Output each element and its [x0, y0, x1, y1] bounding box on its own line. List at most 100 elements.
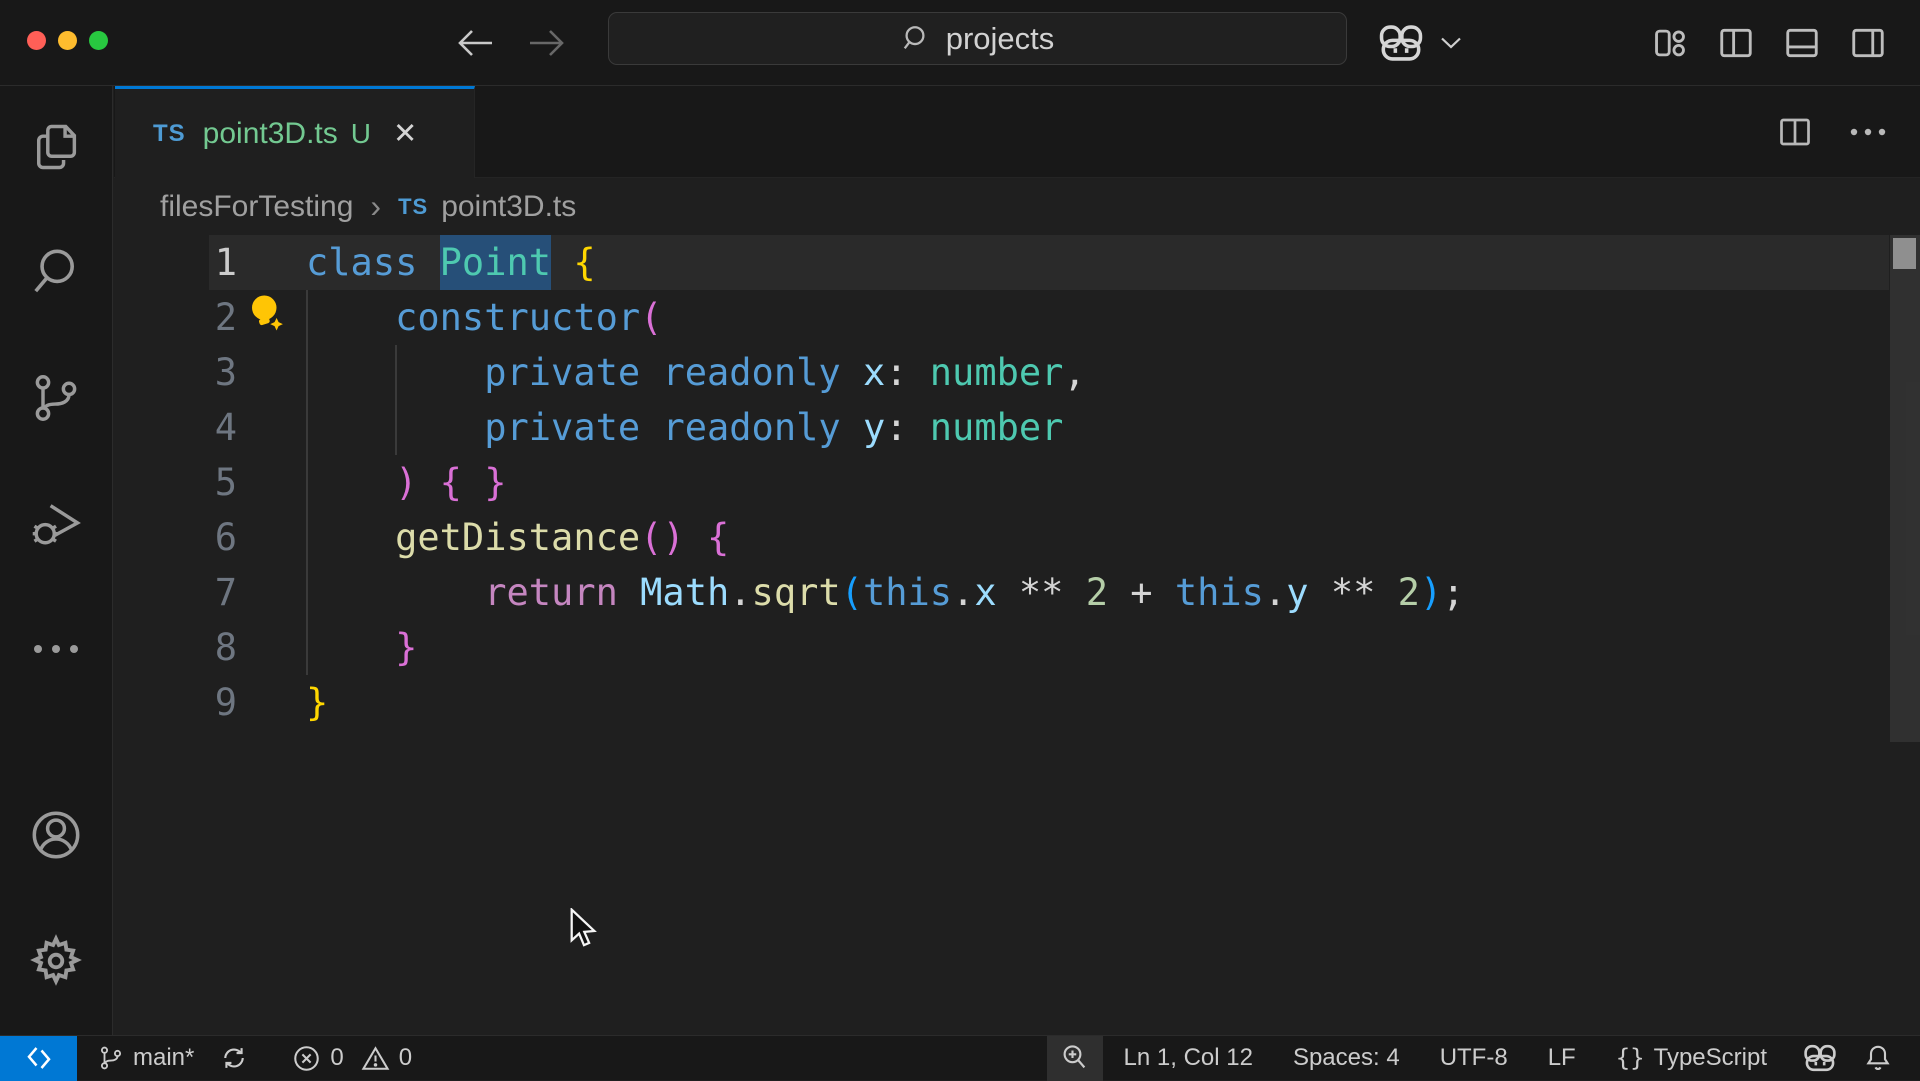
sidebar-item-search[interactable] [29, 245, 83, 299]
minimize-window-button[interactable] [58, 31, 77, 50]
copilot-status-button[interactable] [1790, 1036, 1850, 1081]
chevron-down-icon [1441, 37, 1461, 49]
code-token: y [862, 406, 886, 449]
code-token: . [952, 571, 975, 614]
sidebar-item-run-debug[interactable] [28, 496, 84, 552]
toggle-secondary-sidebar-button[interactable] [1849, 24, 1887, 62]
language-mode-status[interactable]: {} TypeScript [1603, 1036, 1780, 1081]
more-actions-button[interactable] [1849, 127, 1887, 137]
code-text: private readonly x: number, [306, 345, 1086, 400]
line-number[interactable]: 6 [114, 510, 237, 565]
code-line[interactable]: 4 private readonly y: number [114, 400, 1920, 455]
editor-group: TS point3D.ts U ✕ filesForTesting › TS p… [114, 86, 1920, 1035]
code-line[interactable]: 8 } [114, 620, 1920, 675]
breadcrumb-folder[interactable]: filesForTesting [160, 190, 353, 224]
code-line[interactable]: 3 private readonly x: number, [114, 345, 1920, 400]
sidebar-item-explorer[interactable] [30, 120, 82, 174]
customize-layout-icon [1655, 29, 1685, 57]
highlighted-word: Point [439, 241, 552, 284]
notifications-button[interactable] [1850, 1036, 1906, 1081]
code-token: ; [1442, 571, 1465, 614]
code-token: . [729, 571, 752, 614]
code-token: ) [1419, 571, 1443, 614]
code-line[interactable]: 6 getDistance() { [114, 510, 1920, 565]
zoom-status-button[interactable] [1046, 1035, 1103, 1081]
forward-button[interactable] [527, 27, 567, 59]
maximize-window-button[interactable] [89, 31, 108, 50]
code-token: x [862, 351, 886, 394]
code-token: private [484, 406, 641, 449]
toggle-panel-button[interactable] [1783, 24, 1821, 62]
warning-icon [361, 1045, 390, 1070]
line-number[interactable]: 4 [114, 400, 237, 455]
sync-icon [224, 1048, 245, 1068]
indentation-status[interactable]: Spaces: 4 [1280, 1036, 1413, 1081]
toggle-primary-sidebar-button[interactable] [1717, 24, 1755, 62]
back-button[interactable] [455, 27, 495, 59]
toggle-panel-icon [1786, 28, 1818, 58]
line-number[interactable]: 2 [114, 290, 237, 345]
vertical-scrollbar[interactable] [1890, 235, 1920, 742]
breadcrumb-file[interactable]: point3D.ts [441, 190, 576, 224]
line-number[interactable]: 1 [114, 235, 237, 290]
code-token: } [484, 461, 507, 504]
breadcrumb-separator-icon: › [370, 188, 382, 224]
cursor-position-status[interactable]: Ln 1, Col 12 [1111, 1036, 1266, 1081]
encoding-status[interactable]: UTF-8 [1427, 1036, 1521, 1081]
eol-status[interactable]: LF [1535, 1036, 1589, 1081]
line-number[interactable]: 8 [114, 620, 237, 675]
code-token: this [862, 571, 953, 614]
branch-status[interactable]: main* [85, 1036, 207, 1081]
sync-button[interactable] [207, 1036, 261, 1081]
code-token: class [306, 241, 440, 284]
code-token: ( [640, 516, 663, 559]
tab-close-button[interactable]: ✕ [393, 116, 417, 151]
problems-status[interactable]: 0 0 [279, 1036, 425, 1081]
tab-point3d[interactable]: TS point3D.ts U ✕ [115, 86, 475, 178]
code-token: readonly [662, 351, 841, 394]
code-line[interactable]: 5 ) { } [114, 455, 1920, 510]
code-line[interactable]: 7 return Math.sqrt(this.x ** 2 + this.y … [114, 565, 1920, 620]
code-editor[interactable]: 1 class Point {2 constructor(3 private re… [114, 235, 1920, 1035]
editor-actions [1777, 86, 1920, 178]
code-text: constructor( [306, 290, 662, 345]
command-center-search[interactable]: projects [608, 12, 1347, 65]
settings-button[interactable] [27, 932, 85, 990]
line-number[interactable]: 9 [114, 675, 237, 730]
bell-icon [1866, 1045, 1890, 1070]
code-token: number [929, 406, 1064, 449]
close-window-button[interactable] [27, 31, 46, 50]
history-nav [455, 0, 567, 86]
code-line[interactable]: 9} [114, 675, 1920, 730]
toggle-secondary-sidebar-icon [1852, 28, 1884, 58]
back-arrow-icon [458, 30, 492, 56]
sidebar-item-source-control[interactable] [30, 370, 82, 426]
code-token: { [439, 461, 462, 504]
code-line[interactable]: 1 class Point { [114, 235, 1920, 290]
code-line[interactable]: 2 constructor( [114, 290, 1920, 345]
remote-indicator[interactable] [0, 1035, 77, 1081]
split-editor-button[interactable] [1777, 114, 1813, 150]
overview-ruler-cursor-marker [1893, 238, 1916, 269]
code-text: } [306, 675, 328, 730]
customize-layout-button[interactable] [1651, 24, 1689, 62]
code-token: readonly [662, 406, 841, 449]
sidebar-item-more-views[interactable] [30, 642, 82, 656]
branch-icon [100, 1046, 122, 1070]
line-number[interactable]: 3 [114, 345, 237, 400]
accounts-button[interactable] [28, 807, 84, 863]
line-number[interactable]: 5 [114, 455, 237, 510]
line-number[interactable]: 7 [114, 565, 237, 620]
lightbulb-sparkle-icon[interactable] [245, 292, 287, 334]
mouse-cursor [566, 908, 600, 950]
breadcrumb: filesForTesting › TS point3D.ts [114, 178, 1920, 235]
code-text: private readonly y: number [306, 400, 1063, 455]
copilot-menu[interactable] [1378, 0, 1463, 86]
